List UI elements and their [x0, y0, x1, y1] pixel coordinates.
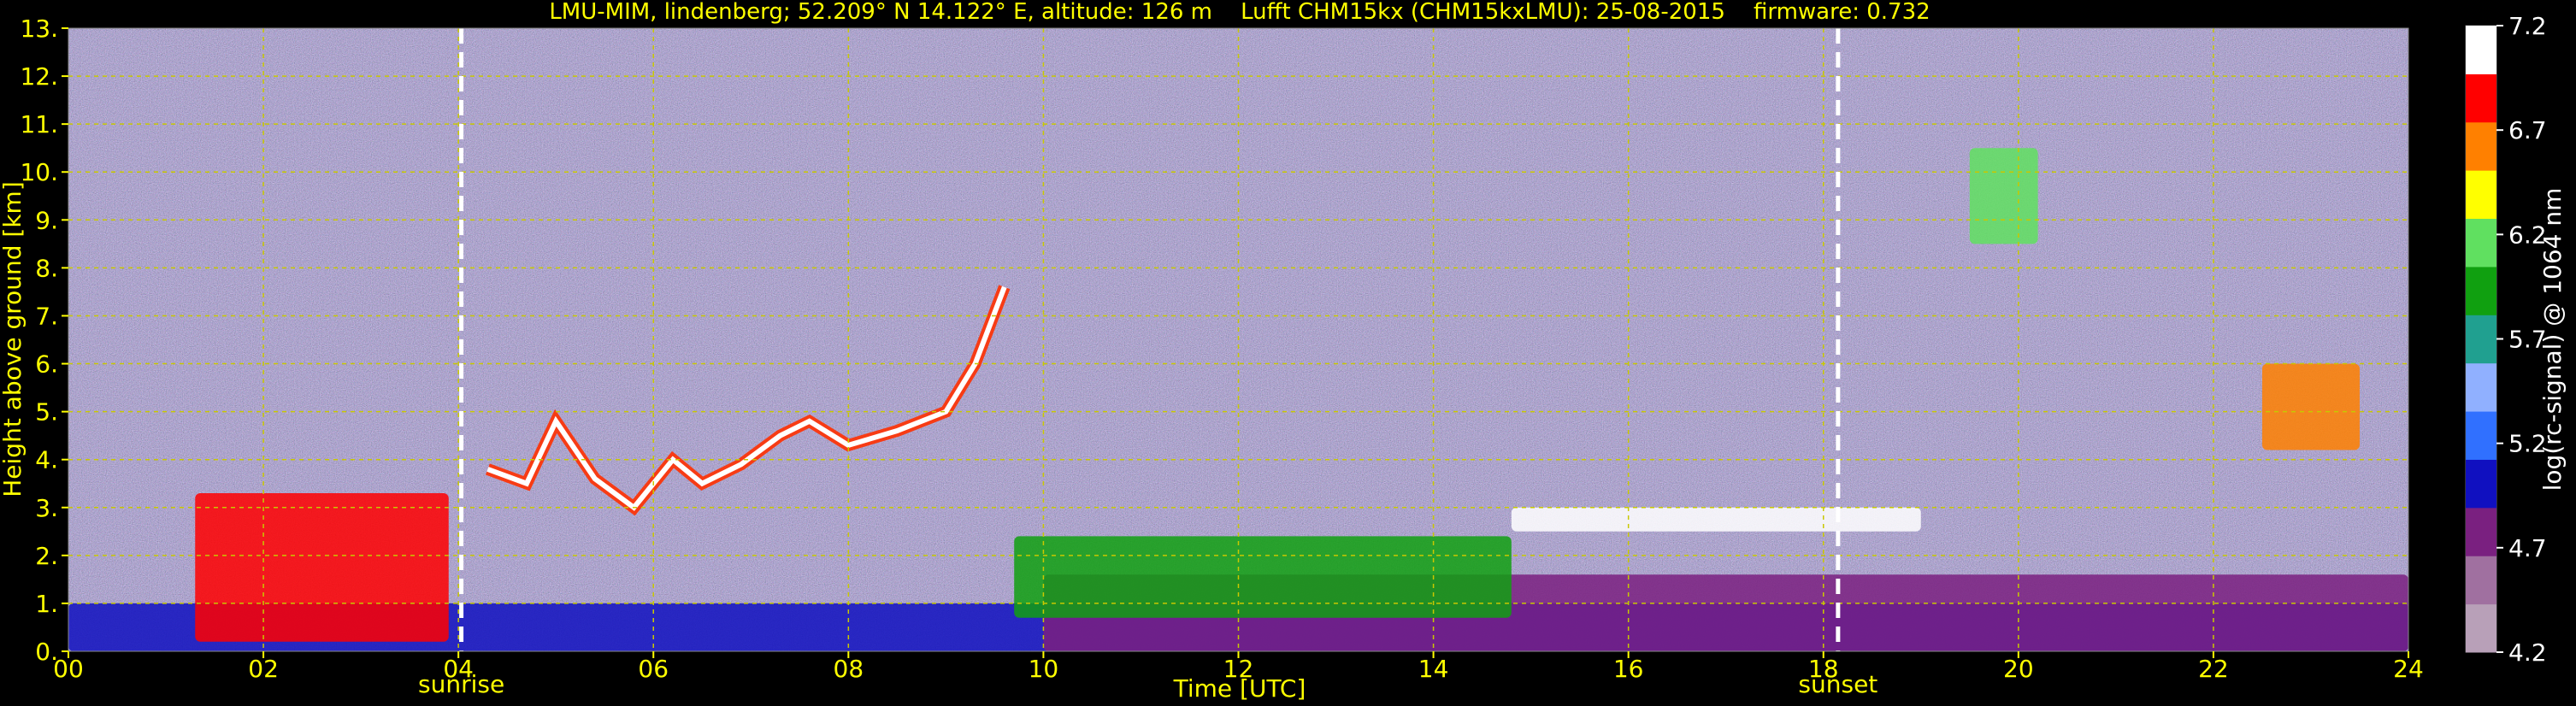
colorbar-step — [2466, 315, 2496, 364]
layer-aerosol-cloud — [195, 492, 449, 642]
layer-cirrus — [2261, 363, 2360, 450]
x-tick-label: 16 — [1613, 655, 1644, 683]
colorbar-step — [2466, 362, 2496, 412]
colorbar-step — [2466, 74, 2496, 123]
colorbar-step — [2466, 507, 2496, 556]
sunrise-label: sunrise — [418, 670, 504, 698]
y-tick-label: 2. — [35, 542, 58, 570]
y-tick-label: 5. — [35, 398, 58, 427]
x-tick-label: 14 — [1418, 655, 1449, 683]
colorbar-step — [2466, 603, 2496, 653]
layer-cirrus — [1969, 148, 2038, 244]
plot-area — [68, 28, 2408, 651]
colorbar: 4.24.75.25.76.26.77.2 log(rc-signal) @ 1… — [2465, 12, 2567, 667]
y-tick-label: 3. — [35, 494, 58, 522]
ceilometer-chart: 00 02 04 06 08 10 12 14 16 18 20 22 24 0.1.2.3.4.5.6… — [0, 0, 2567, 703]
y-tick-label: 12. — [20, 62, 58, 91]
colorbar-tick-label: 6.7 — [2508, 116, 2547, 144]
x-tick-label: 08 — [834, 655, 864, 683]
colorbar-step — [2466, 411, 2496, 460]
y-tick-label: 9. — [35, 206, 58, 234]
y-tick-label: 6. — [35, 350, 58, 379]
colorbar-step — [2466, 170, 2496, 220]
colorbar-step — [2466, 121, 2496, 171]
y-axis-label: Height above ground [km] — [0, 181, 27, 497]
colorbar-label: log(rc-signal) @ 1064 nm — [2538, 188, 2567, 491]
colorbar-tick-label: 7.2 — [2508, 12, 2547, 40]
colorbar-step — [2466, 556, 2496, 605]
y-tick-label: 0. — [35, 638, 58, 666]
layer-cloud-layer — [1511, 507, 1921, 532]
colorbar-tick-label: 4.2 — [2508, 638, 2547, 667]
colorbar-step — [2466, 218, 2496, 268]
colorbar-step — [2466, 266, 2496, 315]
y-tick-label: 8. — [35, 254, 58, 282]
x-axis-label: Time [UTC] — [1173, 674, 1306, 703]
chart-title: LMU-MIM, lindenberg; 52.209° N 14.122° E… — [549, 0, 1930, 25]
y-tick-label: 13. — [20, 15, 58, 43]
x-tick-label: 22 — [2198, 655, 2229, 683]
colorbar-step — [2466, 459, 2496, 509]
layer-aerosol-layer — [1014, 536, 1512, 618]
colorbar-tick-label: 4.7 — [2508, 534, 2547, 562]
y-tick-label: 1. — [35, 590, 58, 618]
x-tick-label: 24 — [2393, 655, 2424, 683]
sunset-label: sunset — [1798, 670, 1877, 698]
x-tick-label: 06 — [638, 655, 669, 683]
x-tick-label: 10 — [1029, 655, 1059, 683]
y-tick-label: 11. — [20, 110, 58, 138]
x-tick-label: 02 — [248, 655, 279, 683]
colorbar-step — [2466, 26, 2496, 74]
y-tick-label: 4. — [35, 446, 58, 474]
y-tick-label: 7. — [35, 302, 58, 330]
x-tick-label: 20 — [2003, 655, 2034, 683]
